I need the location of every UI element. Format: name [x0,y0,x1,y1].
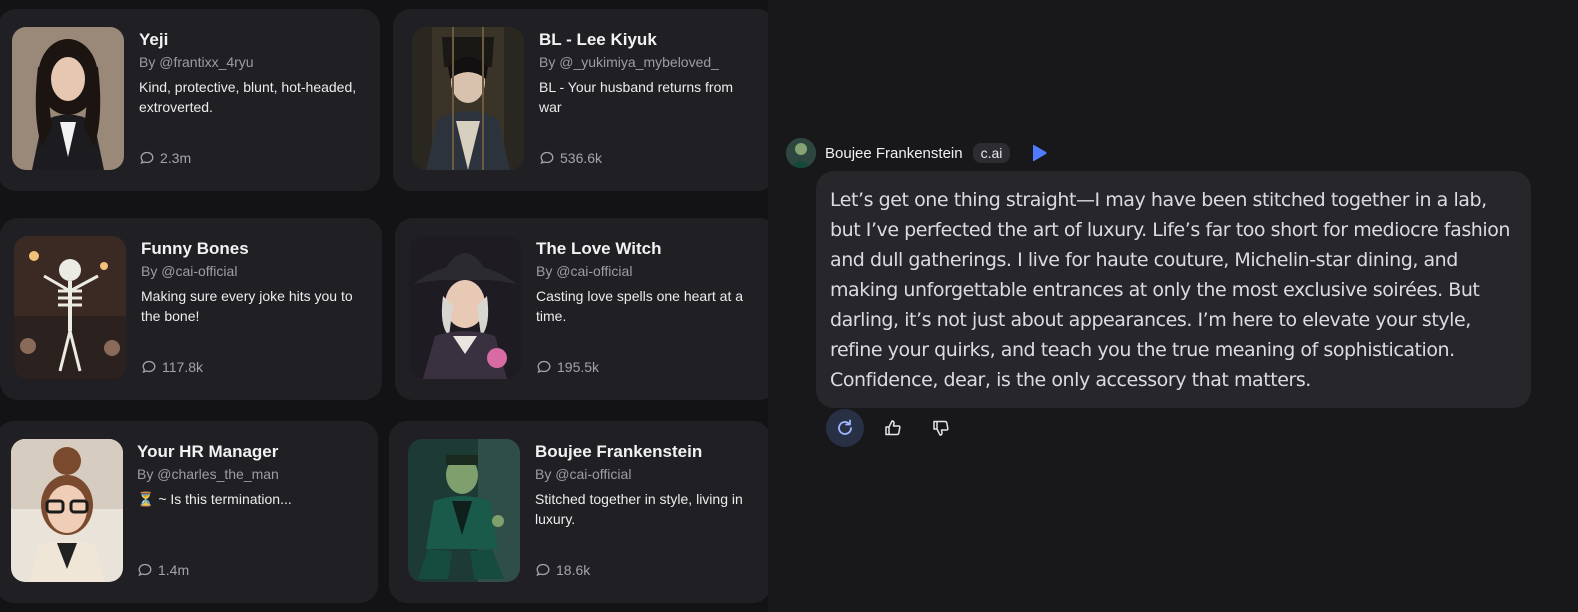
character-card-hr-manager[interactable]: Your HR Manager By @charles_the_man ⏳ ~ … [0,421,378,603]
chat-bubble-icon [138,563,152,577]
character-name: Boujee Frankenstein [535,442,703,461]
refresh-icon [838,419,852,435]
character-image-love-witch [409,236,521,379]
regenerate-button[interactable] [826,409,864,447]
character-description: Kind, protective, blunt, hot-headed, ext… [139,79,357,115]
chat-count-value: 117.8k [162,359,203,375]
character-author: By @cai-official [141,263,238,279]
character-author: By @charles_the_man [137,466,279,482]
character-author: By @_yukimiya_mybeloved_ [539,54,719,70]
character-description: BL - Your husband returns from war [539,79,734,115]
chat-count-value: 18.6k [556,562,591,578]
character-description: Making sure every joke hits you to the b… [141,288,353,324]
character-description: Stitched together in style, living in lu… [535,491,743,527]
chat-count: 117.8k [141,359,203,375]
character-name: Your HR Manager [137,442,279,461]
thumbs-up-icon [885,420,901,436]
character-image-boujee-frankenstein [408,439,520,582]
character-card-boujee-frankenstein[interactable]: Boujee Frankenstein By @cai-official Sti… [389,421,768,603]
character-card-lee-kiyuk[interactable]: BL - Lee Kiyuk By @_yukimiya_mybeloved_ … [393,9,768,191]
chat-count: 195.5k [536,359,599,375]
like-button[interactable] [874,409,912,447]
character-image-yeji [12,27,124,170]
character-image-funny-bones [14,236,126,379]
character-name: The Love Witch [536,239,662,258]
character-name[interactable]: Boujee Frankenstein [825,145,963,162]
chat-count: 1.4m [137,562,189,578]
character-author: By @cai-official [536,263,633,279]
play-icon [1033,144,1047,162]
message-header: Boujee Frankenstein c.ai [786,138,1048,168]
chat-bubble-icon [536,563,550,577]
ai-badge: c.ai [972,143,1011,163]
play-audio-button[interactable] [1030,144,1048,162]
chat-count-value: 536.6k [560,150,603,166]
chat-count-value: 1.4m [158,562,190,578]
character-card-funny-bones[interactable]: Funny Bones By @cai-official Making sure… [0,218,382,400]
chat-count-value: 2.3m [160,150,192,166]
chat-count: 18.6k [535,562,590,578]
chat-bubble-icon [142,360,156,374]
character-description: ⏳ ~ Is this termination... [137,491,292,507]
character-grid: Yeji By @frantixx_4ryu Kind, protective,… [0,0,768,612]
message-text: Let’s get one thing straight—I may have … [830,189,1510,391]
chat-count-value: 195.5k [557,359,600,375]
chat-bubble-icon [537,360,551,374]
character-author: By @frantixx_4ryu [139,54,254,70]
character-name: BL - Lee Kiyuk [539,30,657,49]
character-image-lee-kiyuk [412,27,524,170]
avatar[interactable] [786,138,816,168]
character-name: Funny Bones [141,239,249,258]
message-bubble: Let’s get one thing straight—I may have … [816,171,1531,408]
character-description: Casting love spells one heart at a time. [536,288,744,324]
character-name: Yeji [139,30,169,49]
character-image-hr-manager [11,439,123,582]
chat-bubble-icon [140,151,154,165]
chat-bubble-icon [540,151,554,165]
character-card-love-witch[interactable]: The Love Witch By @cai-official Casting … [395,218,768,400]
character-author: By @cai-official [535,466,632,482]
dislike-button[interactable] [922,409,960,447]
chat-count: 536.6k [539,150,602,166]
thumbs-down-icon [933,420,949,436]
message-actions [826,409,960,447]
chat-count: 2.3m [139,150,191,166]
character-card-yeji[interactable]: Yeji By @frantixx_4ryu Kind, protective,… [0,9,380,191]
